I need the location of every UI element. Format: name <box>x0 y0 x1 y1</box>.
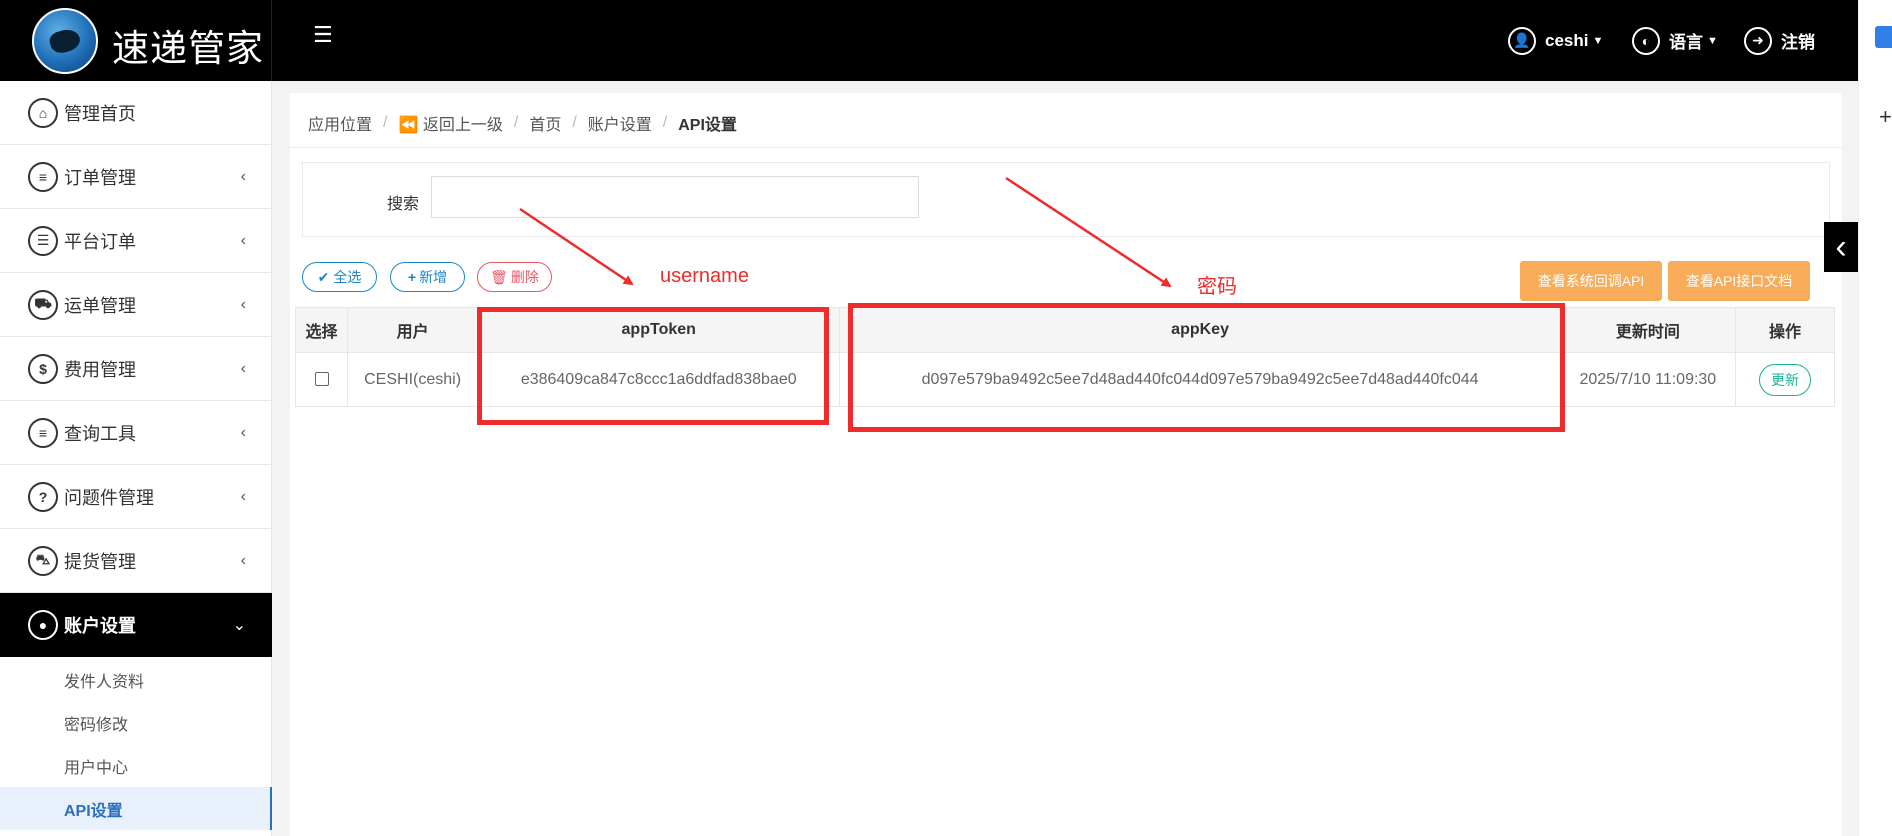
logout-label: 注销 <box>1781 33 1815 52</box>
language-menu-label: 语言 <box>1669 33 1703 52</box>
row-checkbox[interactable] <box>314 372 329 387</box>
sidebar-item-account-settings[interactable]: ● 账户设置 ⌄ <box>0 593 272 657</box>
globe-icon: ◐ <box>1632 26 1660 55</box>
search-label: 搜索 <box>387 196 420 213</box>
cart-icon: ⛍ <box>28 545 58 576</box>
chevron-left-icon: ‹ <box>240 551 246 569</box>
sidebar-item-label: 提货管理 <box>64 551 136 572</box>
language-menu[interactable]: ◐ 语言 ▼ <box>1632 0 1718 81</box>
update-button[interactable]: 更新 <box>1758 363 1811 396</box>
user-menu-label: ceshi <box>1545 30 1589 50</box>
chevron-left-icon: ‹ <box>240 423 246 441</box>
sidebar-item-pickup[interactable]: ⛍ 提货管理 ‹ <box>0 529 272 593</box>
plus-icon: + <box>407 269 417 285</box>
row-select-cell <box>294 352 349 407</box>
hamburger-menu-icon[interactable]: ☰ <box>313 22 333 48</box>
row-user: CESHI(ceshi) <box>347 352 479 407</box>
logo-text: 速递管家 <box>112 27 264 70</box>
header-updated: 更新时间 <box>1559 307 1736 353</box>
logo-area[interactable]: 速递管家 <box>0 0 272 81</box>
sidebar-subitem-user-center[interactable]: 用户中心 <box>0 744 272 787</box>
plus-icon[interactable]: + <box>1879 104 1892 130</box>
chevron-left-icon: ‹ <box>240 231 246 249</box>
check-circle-icon: ✔ <box>317 268 330 285</box>
sidebar-item-waybills[interactable]: ⛟ 运单管理 ‹ <box>0 273 272 337</box>
delete-button[interactable]: 🗑 删除 <box>477 262 552 292</box>
sidebar-item-label: 费用管理 <box>64 359 136 380</box>
sidebar-item-label: 管理首页 <box>64 103 136 124</box>
sidebar-item-label: 平台订单 <box>64 231 136 252</box>
chevron-left-icon: ‹ <box>240 167 246 185</box>
sidebar: ⌂ 管理首页 ≡ 订单管理 ‹ ☰ 平台订单 ‹ ⛟ 运单管理 ‹ $ 费用管理… <box>0 81 272 836</box>
sidebar-subitem-password[interactable]: 密码修改 <box>0 701 272 744</box>
header-select: 选择 <box>294 307 349 353</box>
sidebar-item-query-tools[interactable]: ≡ 查询工具 ‹ <box>0 401 272 465</box>
collapse-panel-chevron-icon[interactable]: ‹ <box>1824 222 1858 272</box>
trash-icon: 🗑 <box>490 268 508 285</box>
list-icon: ☰ <box>28 225 58 256</box>
dollar-icon: $ <box>28 353 58 384</box>
logout-icon: ➜ <box>1744 26 1772 55</box>
view-callback-api-button[interactable]: 查看系统回调API <box>1520 261 1662 301</box>
sidebar-item-platform-orders[interactable]: ☰ 平台订单 ‹ <box>0 209 272 273</box>
extension-icon[interactable] <box>1875 26 1892 48</box>
chevron-left-icon: ‹ <box>240 359 246 377</box>
sidebar-item-orders[interactable]: ≡ 订单管理 ‹ <box>0 145 272 209</box>
breadcrumb-current: API设置 <box>678 117 737 134</box>
truck-icon: ⛟ <box>28 289 58 320</box>
annotation-box-appkey <box>848 303 1565 432</box>
logout-button[interactable]: ➜ 注销 <box>1744 0 1815 81</box>
document-icon: ≡ <box>28 417 58 448</box>
breadcrumb-divider <box>290 147 1842 148</box>
sidebar-item-fees[interactable]: $ 费用管理 ‹ <box>0 337 272 401</box>
user-menu[interactable]: 👤 ceshi ▼ <box>1508 0 1603 81</box>
breadcrumb-home[interactable]: 首页 <box>529 111 561 135</box>
search-input[interactable] <box>431 176 919 218</box>
breadcrumb-location: 应用位置 <box>308 117 373 134</box>
sidebar-item-label: 账户设置 <box>64 616 136 636</box>
select-all-button[interactable]: ✔ 全选 <box>302 262 377 292</box>
row-action-cell: 更新 <box>1734 352 1836 407</box>
row-updated: 2025/7/10 11:09:30 <box>1559 352 1736 407</box>
user-icon: 👤 <box>1508 26 1536 55</box>
sidebar-item-problems[interactable]: ? 问题件管理 ‹ <box>0 465 272 529</box>
breadcrumb-account[interactable]: 账户设置 <box>588 111 652 135</box>
caret-down-icon: ▼ <box>1592 34 1604 47</box>
double-chevron-left-icon: ⏪ <box>398 117 419 134</box>
annotation-password-label: 密码 <box>1197 276 1237 298</box>
annotation-username-label: username <box>660 265 749 287</box>
sidebar-item-label: 问题件管理 <box>64 487 154 508</box>
sidebar-subitem-sender-info[interactable]: 发件人资料 <box>0 658 272 701</box>
search-panel: 搜索 <box>302 162 1830 237</box>
breadcrumb: 应用位置 / ⏪ 返回上一级 / 首页 / 账户设置 / API设置 <box>308 111 737 135</box>
sidebar-item-label: 运单管理 <box>64 295 136 316</box>
sidebar-subitem-api-settings[interactable]: API设置 <box>0 787 272 830</box>
content-panel: 应用位置 / ⏪ 返回上一级 / 首页 / 账户设置 / API设置 搜索 ✔ … <box>290 93 1842 836</box>
chevron-left-icon: ‹ <box>240 295 246 313</box>
sidebar-item-label: 查询工具 <box>64 423 136 444</box>
chevron-left-icon: ‹ <box>240 487 246 505</box>
document-icon: ≡ <box>28 161 58 192</box>
home-icon: ⌂ <box>28 97 58 128</box>
logo-globe-icon <box>32 8 98 74</box>
breadcrumb-back[interactable]: ⏪ 返回上一级 <box>398 111 502 135</box>
header-action: 操作 <box>1734 307 1836 353</box>
caret-down-icon: ▼ <box>1707 34 1718 47</box>
view-api-docs-button[interactable]: 查看API接口文档 <box>1668 261 1810 301</box>
question-icon: ? <box>28 481 58 512</box>
right-edge-strip: + <box>1858 0 1892 836</box>
sidebar-item-home[interactable]: ⌂ 管理首页 <box>0 81 272 145</box>
add-button[interactable]: + 新增 <box>390 262 465 292</box>
chevron-down-icon: ⌄ <box>232 617 246 634</box>
header-user: 用户 <box>347 307 479 353</box>
annotation-box-apptoken <box>477 307 829 425</box>
user-icon: ● <box>28 610 58 640</box>
top-bar: 速递管家 ☰ 👤 ceshi ▼ ◐ 语言 ▼ ➜ 注销 <box>0 0 1858 81</box>
sidebar-item-label: 订单管理 <box>64 167 136 188</box>
